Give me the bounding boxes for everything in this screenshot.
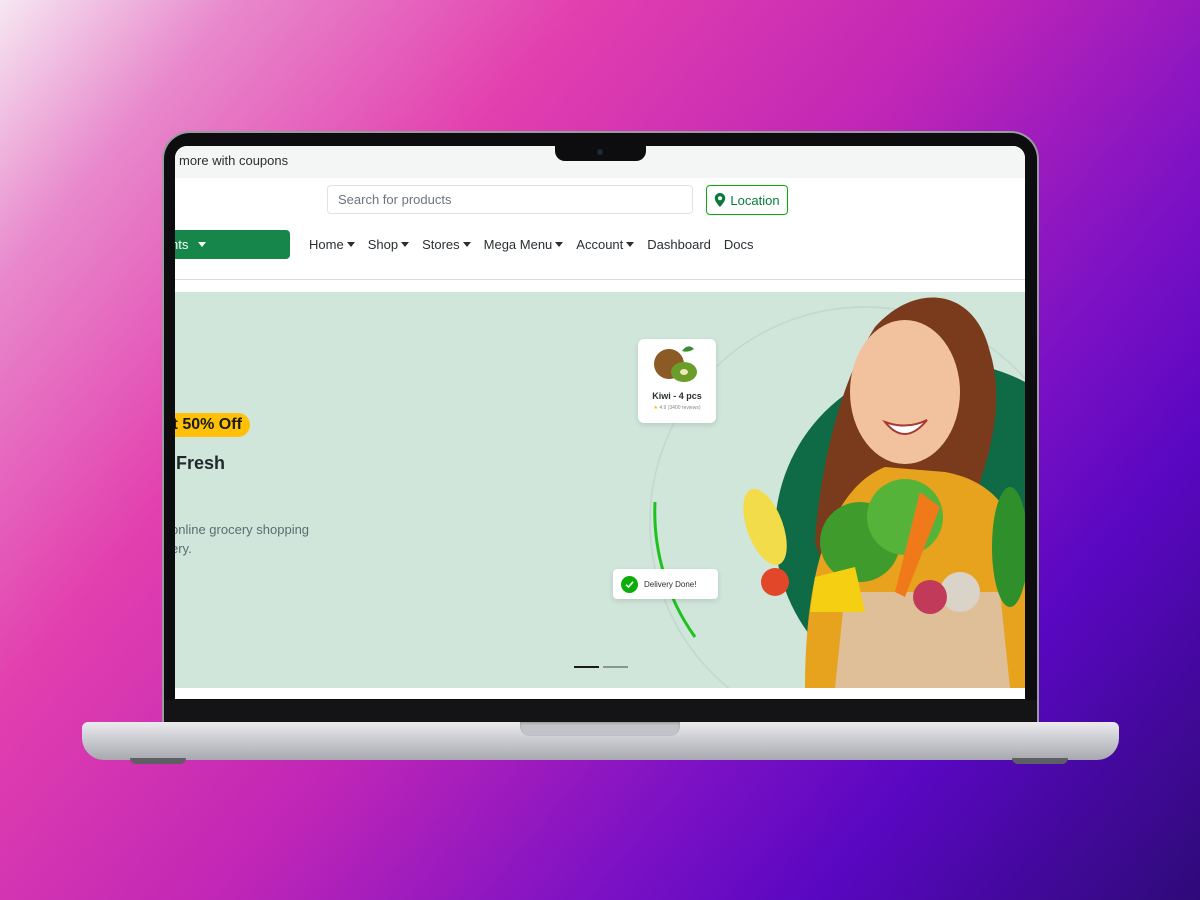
- camera-icon: [597, 149, 603, 155]
- nav-label: Account: [576, 237, 624, 252]
- delivery-status-card: Delivery Done!: [613, 569, 718, 599]
- product-rating: ★ 4.9 (3400 reviews): [638, 405, 716, 411]
- nav-item-account[interactable]: Account: [576, 237, 635, 252]
- page-bottom-strip: [175, 688, 1025, 699]
- slider-dot[interactable]: [603, 666, 628, 668]
- nav-label: Shop: [367, 237, 399, 252]
- hero-title: Fresh: [176, 453, 226, 473]
- rating-value: 4.9: [659, 405, 667, 411]
- hero-banner: unt 50% Off Fresh online grocery shoppin…: [175, 292, 1025, 688]
- departments-button[interactable]: nts: [175, 230, 290, 259]
- caret-down-icon: [626, 242, 635, 247]
- nav-label: Dashboard: [647, 237, 711, 252]
- nav-item-stores[interactable]: Stores: [422, 237, 471, 252]
- location-button[interactable]: Location: [706, 185, 788, 215]
- departments-label: nts: [175, 237, 189, 252]
- kiwi-image: [654, 346, 697, 382]
- hero-description-line: online grocery shopping: [175, 522, 310, 537]
- laptop-foot-left: [130, 758, 186, 764]
- main-nav: Home Shop Stores Mega Menu Account Dashb…: [309, 237, 767, 252]
- star-icon: ★: [653, 405, 658, 411]
- location-pin-icon: [715, 193, 726, 207]
- product-card[interactable]: Kiwi - 4 pcs ★ 4.9 (3400 reviews): [638, 339, 716, 423]
- delivery-text: Delivery Done!: [644, 579, 697, 589]
- camera-notch: [555, 146, 646, 161]
- caret-down-icon: [198, 242, 207, 247]
- hero-description-line: ery.: [175, 541, 192, 556]
- nav-label: Docs: [723, 237, 754, 252]
- hero-description: online grocery shopping ery.: [175, 520, 331, 558]
- slider-dot-active[interactable]: [574, 666, 599, 668]
- nav-item-home[interactable]: Home: [309, 237, 355, 252]
- caret-down-icon: [346, 242, 355, 247]
- reviews-count: (3400 reviews): [667, 405, 701, 411]
- discount-badge: unt 50% Off: [175, 413, 250, 437]
- nav-label: Mega Menu: [483, 237, 553, 252]
- search-input[interactable]: [327, 185, 693, 214]
- caret-down-icon: [462, 242, 471, 247]
- nav-item-shop[interactable]: Shop: [367, 237, 410, 252]
- screen: more with coupons t Location nts Home Sh…: [175, 146, 1025, 699]
- product-title: Kiwi - 4 pcs: [652, 391, 702, 401]
- laptop-foot-right: [1012, 758, 1068, 764]
- nav-item-dashboard[interactable]: Dashboard: [647, 237, 711, 252]
- check-icon: [621, 575, 638, 593]
- nav-item-docs[interactable]: Docs: [724, 237, 754, 252]
- caret-down-icon: [555, 242, 564, 247]
- laptop-opening-lip: [520, 722, 680, 736]
- header-divider: [175, 279, 1025, 280]
- promo-text: more with coupons: [179, 153, 289, 168]
- caret-down-icon: [401, 242, 410, 247]
- nav-item-mega-menu[interactable]: Mega Menu: [484, 237, 564, 252]
- nav-label: Home: [309, 237, 344, 252]
- laptop-bottom-bezel: [164, 700, 1037, 724]
- location-label: Location: [730, 192, 780, 208]
- nav-label: Stores: [422, 237, 460, 252]
